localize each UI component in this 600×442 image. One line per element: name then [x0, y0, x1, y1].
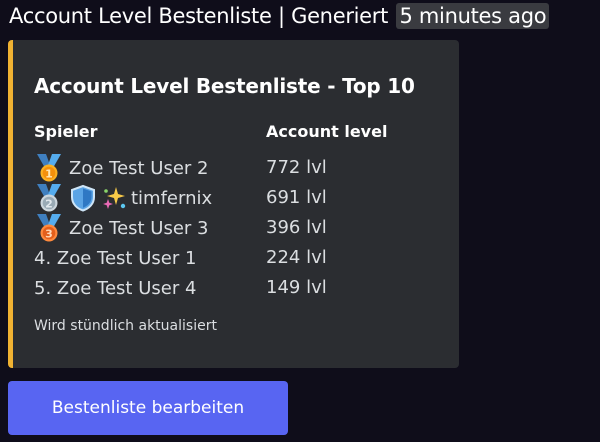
message-header: Account Level Bestenliste | Generiert 5 …: [9, 3, 550, 29]
header-text: Account Level Bestenliste | Generiert: [9, 4, 389, 28]
player-level: 149 lvl: [266, 277, 327, 298]
leaderboard-row: 4. Zoe Test User 1 224 lvl: [34, 243, 434, 273]
leaderboard-row: 5. Zoe Test User 4 149 lvl: [34, 273, 434, 303]
edit-leaderboard-button[interactable]: Bestenliste bearbeiten: [8, 381, 288, 435]
svg-text:1: 1: [45, 168, 53, 181]
leaderboard-row: 2 timfernix 691 lvl: [34, 183, 434, 213]
player-name: Zoe Test User 2: [69, 157, 209, 179]
player-level: 772 lvl: [266, 157, 327, 178]
player-level: 396 lvl: [266, 217, 327, 238]
player-level: 691 lvl: [266, 187, 327, 208]
leaderboard-rows: 1 Zoe Test User 2 772 lvl 2 timfernix 69…: [34, 153, 434, 303]
timestamp[interactable]: 5 minutes ago: [396, 3, 550, 29]
svg-text:3: 3: [45, 228, 53, 241]
player-name: 4. Zoe Test User 1: [34, 247, 197, 269]
medal-1-icon: 1: [37, 154, 61, 182]
player-name: 5. Zoe Test User 4: [34, 277, 197, 299]
column-header-level: Account level: [266, 122, 388, 141]
player-level: 224 lvl: [266, 247, 327, 268]
column-header-player: Spieler: [34, 122, 98, 141]
player-name: Zoe Test User 3: [69, 217, 209, 239]
medal-3-icon: 3: [37, 214, 61, 242]
shield-icon: [71, 184, 95, 212]
leaderboard-embed: Account Level Bestenliste - Top 10 Spiel…: [8, 40, 459, 368]
player-name: timfernix: [131, 187, 213, 209]
embed-footer: Wird stündlich aktualisiert: [34, 318, 217, 334]
embed-title: Account Level Bestenliste - Top 10: [34, 74, 415, 98]
leaderboard-row: 1 Zoe Test User 2 772 lvl: [34, 153, 434, 183]
svg-text:2: 2: [45, 198, 53, 211]
medal-2-icon: 2: [37, 184, 61, 212]
leaderboard-row: 3 Zoe Test User 3 396 lvl: [34, 213, 434, 243]
sparkle-icon: [103, 187, 126, 209]
